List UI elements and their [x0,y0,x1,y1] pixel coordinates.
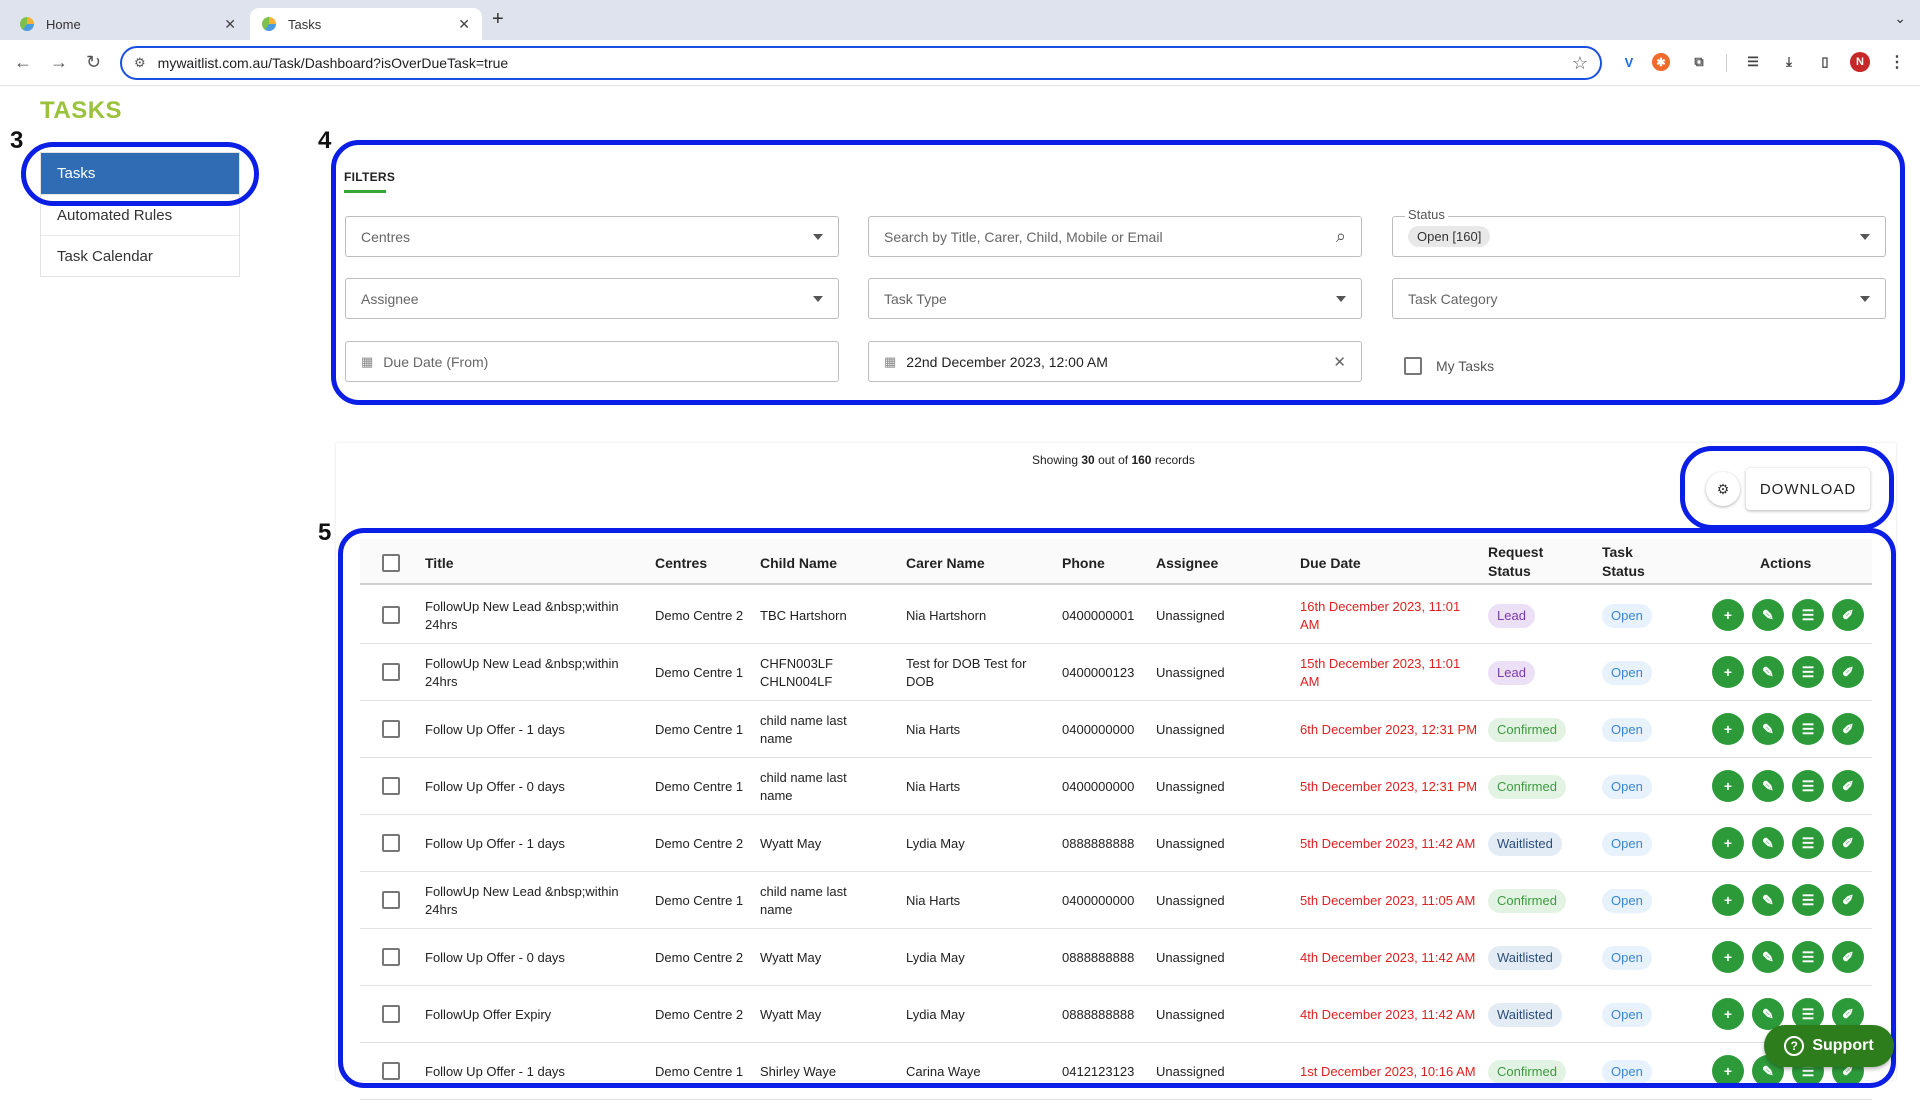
close-icon[interactable]: ✕ [224,16,236,33]
tab-title: Home [46,16,81,32]
bookmark-star-icon[interactable]: ☆ [1572,53,1588,74]
browser-toolbar: ← → ↻ ⚙ mywaitlist.com.au/Task/Dashboard… [0,40,1920,86]
vimeo-extension-icon[interactable]: V [1618,51,1640,73]
annotation-label-3: 3 [10,127,24,154]
more-menu-icon[interactable]: ⋮ [1886,51,1908,73]
sidebar-item-task-calendar[interactable]: Task Calendar [41,235,239,276]
showing-prefix: Showing [1032,453,1079,467]
reload-icon[interactable]: ↻ [86,52,101,73]
new-tab-icon[interactable]: + [492,8,504,31]
browser-tab-home[interactable]: Home ✕ [8,8,248,40]
chevron-down-icon[interactable]: ⌄ [1894,10,1906,27]
support-label: Support [1812,1037,1874,1054]
address-bar[interactable]: ⚙ mywaitlist.com.au/Task/Dashboard?isOve… [120,46,1602,80]
site-favicon-icon [20,17,34,31]
page-title: TASKS [40,97,123,124]
forward-icon[interactable]: → [50,52,68,73]
annotation-box-5 [338,528,1896,1088]
browser-tab-bar: Home ✕ Tasks ✕ + ⌄ [0,0,1920,40]
records-text: records [1154,453,1195,467]
annotation-box-3 [21,142,259,206]
support-button[interactable]: ? Support [1764,1025,1894,1067]
download-icon[interactable]: ⤓ [1778,51,1800,73]
annotation-box-6 [1680,446,1894,530]
record-count: Showing 30 out of 160 records [1032,453,1195,467]
url-text[interactable]: mywaitlist.com.au/Task/Dashboard?isOverD… [158,55,1572,71]
extension-orange-icon[interactable]: ✱ [1652,53,1670,71]
extensions-puzzle-icon[interactable]: ⧉ [1688,51,1710,73]
shown-count: 30 [1081,453,1095,467]
site-settings-icon[interactable]: ⚙ [134,55,146,71]
annotation-label-4: 4 [318,127,332,154]
close-icon[interactable]: ✕ [458,16,470,33]
reading-list-icon[interactable]: ☰ [1742,51,1764,73]
profile-avatar[interactable]: N [1850,52,1870,72]
annotation-label-5: 5 [318,519,332,546]
side-panel-icon[interactable]: ▯ [1814,51,1836,73]
help-icon: ? [1784,1036,1805,1056]
browser-tab-tasks[interactable]: Tasks ✕ [250,8,482,40]
toolbar-divider [1726,54,1727,72]
site-favicon-icon [262,17,276,31]
out-of-text: out of [1098,453,1129,467]
back-icon[interactable]: ← [14,52,32,73]
annotation-box-4 [331,140,1905,405]
tab-title: Tasks [288,16,322,32]
total-count: 160 [1131,453,1152,467]
